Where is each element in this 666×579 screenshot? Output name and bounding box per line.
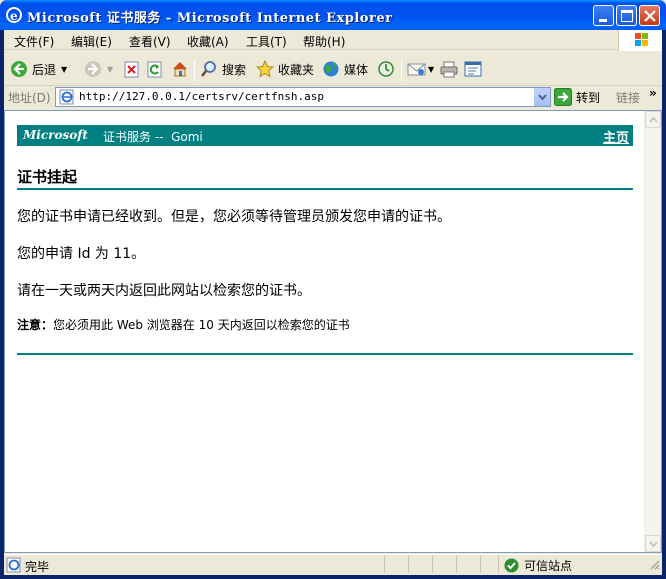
home-link[interactable]: 主页 bbox=[603, 127, 629, 146]
mail-envelope-icon bbox=[407, 63, 426, 76]
home-icon bbox=[173, 62, 187, 77]
forward-arrow-icon bbox=[85, 61, 101, 77]
address-bar: 地址(D) http://127.0.0.1/certsrv/certfnsh.… bbox=[4, 86, 662, 108]
scroll-up-button[interactable] bbox=[645, 111, 661, 128]
history-button[interactable] bbox=[377, 58, 395, 80]
go-button[interactable]: 转到 bbox=[554, 87, 600, 107]
svg-text:e: e bbox=[10, 9, 18, 23]
media-label: 媒体 bbox=[344, 62, 369, 77]
address-dropdown-button[interactable] bbox=[533, 88, 550, 106]
address-url: http://127.0.0.1/certsrv/certfnsh.asp bbox=[79, 90, 325, 103]
request-id-message: 您的申请 Id 为 11。 bbox=[17, 246, 146, 262]
address-input[interactable]: http://127.0.0.1/certsrv/certfnsh.asp bbox=[55, 87, 551, 107]
footer-divider bbox=[17, 353, 633, 355]
window-title: Microsoft 证书服务 - Microsoft Internet Expl… bbox=[27, 11, 393, 26]
favorites-button[interactable]: 收藏夹 bbox=[256, 58, 314, 80]
note-line: 注意：您必须用此 Web 浏览器在 10 天内返回以检索您的证书 bbox=[17, 316, 633, 333]
scroll-down-button[interactable] bbox=[645, 535, 661, 552]
zone-label: 可信站点 bbox=[524, 559, 573, 573]
menu-bar: 文件(F) 编辑(E) 查看(V) 收藏(A) 工具(T) 帮助(H) bbox=[4, 30, 662, 51]
status-bar: 完毕 可信站点 bbox=[4, 554, 662, 575]
links-chevron-icon[interactable]: » bbox=[649, 86, 657, 100]
close-button[interactable] bbox=[639, 5, 660, 26]
links-label[interactable]: 链接 bbox=[616, 89, 640, 106]
scroll-up-icon bbox=[649, 116, 658, 123]
back-label: 后退 bbox=[32, 62, 57, 77]
media-button[interactable]: 媒体 bbox=[322, 58, 368, 80]
scroll-down-icon bbox=[649, 541, 658, 548]
status-cell bbox=[498, 555, 499, 573]
go-label: 转到 bbox=[576, 90, 601, 105]
note-text: 您必须用此 Web 浏览器在 10 天内返回以检索您的证书 bbox=[53, 318, 350, 332]
maximize-icon bbox=[621, 10, 633, 22]
forward-button[interactable]: ▼ bbox=[84, 58, 113, 80]
address-label: 地址(D) bbox=[8, 91, 51, 105]
vertical-scrollbar[interactable] bbox=[644, 111, 661, 552]
refresh-icon bbox=[147, 61, 162, 78]
resize-grip-icon[interactable] bbox=[648, 558, 660, 573]
mail-dropdown-icon[interactable]: ▼ bbox=[428, 65, 434, 74]
page-banner: Microsoft 证书服务 -- Gomi 主页 bbox=[17, 125, 633, 146]
banner-title: 证书服务 -- Gomi bbox=[103, 130, 203, 144]
page-done-icon bbox=[6, 557, 22, 576]
stop-icon bbox=[124, 61, 139, 78]
forward-dropdown-icon[interactable]: ▼ bbox=[107, 65, 113, 74]
minimize-icon bbox=[599, 19, 607, 22]
refresh-button[interactable] bbox=[147, 58, 163, 80]
menu-file[interactable]: 文件(F) bbox=[14, 33, 54, 50]
toolbar-separator bbox=[401, 59, 402, 81]
stop-button[interactable] bbox=[124, 58, 140, 80]
security-zone[interactable]: 可信站点 bbox=[504, 557, 572, 574]
printer-icon bbox=[440, 61, 458, 78]
ie-window: e Microsoft 证书服务 - Microsoft Internet Ex… bbox=[0, 0, 666, 579]
menu-edit[interactable]: 编辑(E) bbox=[71, 33, 112, 50]
home-button[interactable] bbox=[171, 58, 189, 80]
status-cell bbox=[480, 555, 481, 573]
standard-toolbar: 后退 ▼ ▼ 搜索 收藏夹 媒体 ▼ bbox=[4, 52, 662, 86]
windows-logo-icon bbox=[618, 30, 662, 51]
back-button[interactable]: 后退 ▼ bbox=[10, 58, 67, 80]
page-ie-icon bbox=[59, 89, 75, 108]
received-message: 您的证书申请已经收到。但是，您必须等待管理员颁发您申请的证书。 bbox=[17, 209, 451, 225]
window-body: 文件(F) 编辑(E) 查看(V) 收藏(A) 工具(T) 帮助(H) 后退 ▼ bbox=[4, 30, 662, 575]
search-icon bbox=[201, 61, 216, 77]
status-cell bbox=[456, 555, 457, 573]
print-button[interactable] bbox=[440, 58, 458, 80]
title-bar[interactable]: e Microsoft 证书服务 - Microsoft Internet Ex… bbox=[0, 0, 666, 30]
minimize-button[interactable] bbox=[593, 5, 614, 26]
close-icon bbox=[644, 10, 656, 22]
go-arrow-icon bbox=[554, 88, 572, 106]
media-globe-icon bbox=[323, 61, 339, 77]
maximize-button[interactable] bbox=[616, 5, 637, 26]
note-label: 注意： bbox=[17, 318, 54, 332]
chevron-down-icon bbox=[538, 94, 547, 101]
search-button[interactable]: 搜索 bbox=[200, 58, 246, 80]
trusted-check-icon bbox=[504, 558, 519, 573]
menu-view[interactable]: 查看(V) bbox=[129, 33, 171, 50]
page-content: Microsoft 证书服务 -- Gomi 主页 证书挂起 您的证书申请已经收… bbox=[17, 125, 633, 355]
back-dropdown-icon[interactable]: ▼ bbox=[61, 65, 67, 74]
back-arrow-icon bbox=[11, 61, 27, 77]
ie-logo-icon: e bbox=[5, 6, 23, 24]
status-cell bbox=[384, 555, 385, 573]
history-icon bbox=[378, 61, 394, 77]
banner-brand: Microsoft bbox=[23, 128, 88, 142]
search-label: 搜索 bbox=[222, 62, 247, 77]
favorites-star-icon bbox=[256, 60, 274, 78]
page-viewport: Microsoft 证书服务 -- Gomi 主页 证书挂起 您的证书申请已经收… bbox=[4, 110, 662, 553]
mail-button[interactable]: ▼ bbox=[407, 58, 434, 80]
menu-favorites[interactable]: 收藏(A) bbox=[187, 33, 229, 50]
status-cell bbox=[408, 555, 409, 573]
menu-tools[interactable]: 工具(T) bbox=[246, 33, 287, 50]
toolbar-separator bbox=[194, 59, 195, 81]
status-text: 完毕 bbox=[25, 560, 50, 574]
return-instruction: 请在一天或两天内返回此网站以检索您的证书。 bbox=[17, 283, 311, 299]
page-heading: 证书挂起 bbox=[17, 166, 633, 190]
edit-button[interactable] bbox=[464, 58, 482, 80]
status-cell bbox=[432, 555, 433, 573]
favorites-label: 收藏夹 bbox=[278, 62, 315, 77]
edit-page-icon bbox=[464, 61, 482, 77]
menu-help[interactable]: 帮助(H) bbox=[303, 33, 345, 50]
